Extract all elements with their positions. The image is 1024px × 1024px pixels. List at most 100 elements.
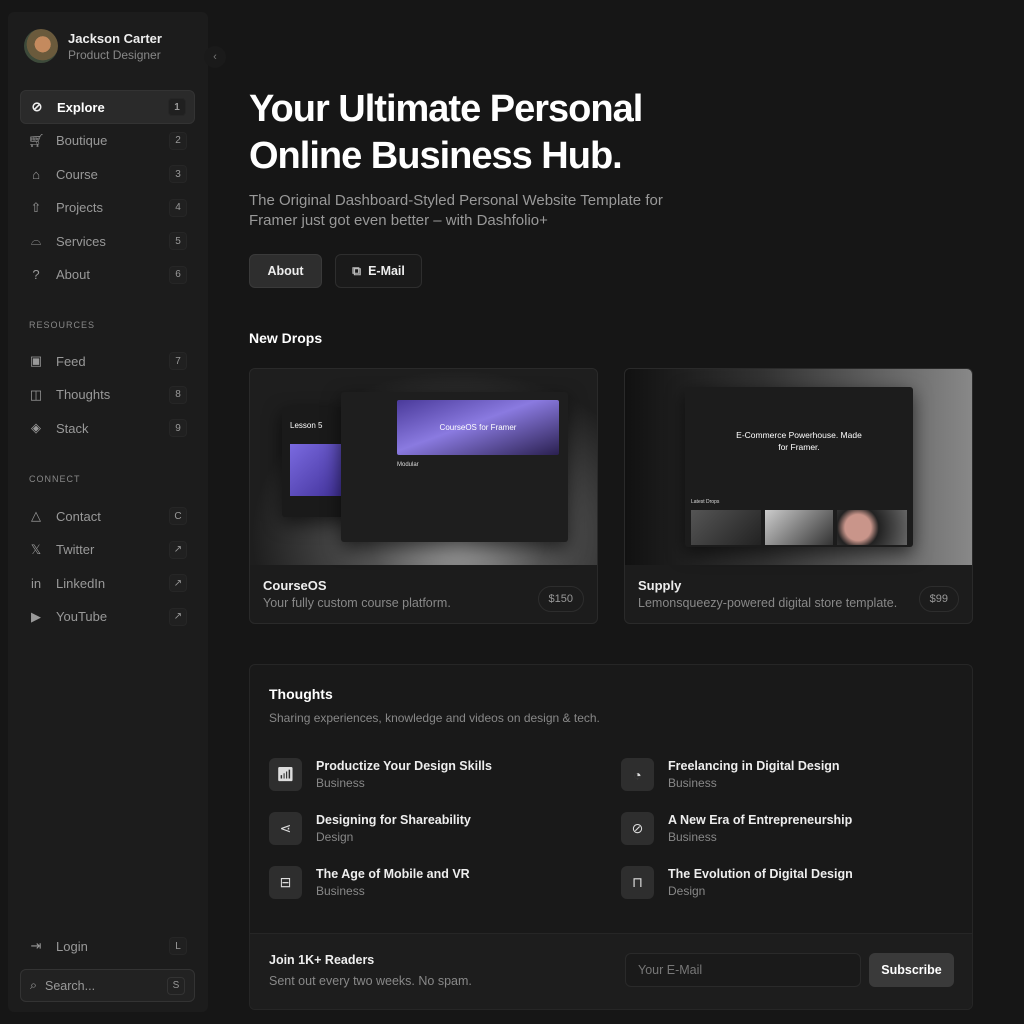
sidebar-item-youtube[interactable]: ▶ YouTube ↗ — [20, 600, 195, 634]
thought-icon: ⊘ — [621, 812, 654, 845]
shortcut-key: 3 — [169, 165, 187, 183]
thought-title: A New Era of Entrepreneurship — [668, 813, 853, 827]
about-button[interactable]: About — [249, 254, 322, 288]
copy-icon: ⧉ — [352, 263, 362, 278]
email-label: E-Mail — [368, 264, 405, 278]
sidebar: Jackson Carter Product Designer ‹ ⊘ Explo… — [8, 12, 226, 1012]
shortcut-key: 9 — [169, 419, 187, 437]
thoughts-section: Thoughts Sharing experiences, knowledge … — [249, 664, 973, 1010]
section-label-connect: CONNECT — [29, 474, 81, 484]
sidebar-item-label: Feed — [56, 353, 86, 369]
sidebar-item-explore[interactable]: ⊘ Explore 1 — [20, 90, 195, 124]
shortcut-key: 1 — [168, 98, 186, 116]
thought-category: Business — [316, 776, 365, 790]
product-preview-image: E-Commerce Powerhouse. Made for Framer. … — [625, 369, 972, 565]
thought-title: Productize Your Design Skills — [316, 759, 492, 773]
thought-item[interactable]: 📶︎ Productize Your Design Skills Business — [269, 758, 492, 791]
bell-service-icon: ⌓ — [30, 233, 42, 248]
contact-icon: △ — [31, 508, 41, 523]
sidebar-item-boutique[interactable]: 🛒︎ Boutique 2 — [20, 124, 195, 158]
sidebar-item-label: Projects — [56, 200, 103, 215]
shortcut-key: 7 — [169, 352, 187, 370]
sidebar-item-contact[interactable]: △ Contact C — [20, 499, 195, 533]
sidebar-item-label: Course — [56, 166, 98, 182]
thought-icon: ⊓ — [621, 866, 654, 899]
chevron-left-icon: ‹ — [213, 51, 217, 63]
cart-icon: 🛒︎ — [28, 132, 45, 148]
thought-category: Design — [316, 830, 354, 844]
product-desc: Lemonsqueezy-powered digital store templ… — [638, 596, 898, 610]
sidebar-item-feed[interactable]: ▣ Feed 7 — [20, 344, 195, 378]
thought-category: Business — [316, 884, 365, 898]
shortcut-key: S — [167, 976, 185, 995]
product-preview-image: Lesson 5 CourseOS for Framer Modular — [250, 369, 597, 565]
sidebar-item-services[interactable]: ⌓ Services 5 — [20, 224, 195, 258]
product-card-supply[interactable]: E-Commerce Powerhouse. Made for Framer. … — [624, 368, 973, 624]
subscribe-button[interactable]: Subscribe — [869, 953, 954, 987]
newsletter: Join 1K+ Readers Sent out every two week… — [250, 933, 972, 1009]
shortcut-key: C — [169, 507, 187, 525]
product-card-courseos[interactable]: Lesson 5 CourseOS for Framer Modular Cou… — [249, 368, 598, 624]
newsletter-subtitle: Sent out every two weeks. No spam. — [269, 974, 472, 988]
thought-title: Freelancing in Digital Design — [668, 759, 840, 773]
collapse-sidebar-button[interactable]: ‹ — [204, 46, 226, 68]
sidebar-item-about[interactable]: ? About 6 — [20, 258, 195, 292]
graduation-cap-icon: ⌂ — [32, 166, 40, 182]
sidebar-item-twitter[interactable]: 𝕏 Twitter ↗ — [20, 533, 195, 567]
thought-item[interactable]: ⊓ The Evolution of Digital Design Design — [621, 866, 853, 899]
profile[interactable]: Jackson Carter Product Designer — [24, 29, 162, 63]
search-icon: ⌕ — [30, 978, 38, 992]
preview-banner: CourseOS for Framer — [397, 400, 559, 455]
thoughts-icon: ◫ — [29, 386, 43, 402]
profile-role: Product Designer — [68, 47, 161, 62]
thought-category: Business — [668, 830, 717, 844]
feed-icon: ▣ — [29, 353, 43, 368]
thoughts-heading: Thoughts — [269, 686, 333, 702]
new-drops-heading: New Drops — [249, 330, 323, 346]
thought-item[interactable]: ⊘ A New Era of Entrepreneurship Business — [621, 812, 852, 845]
linkedin-icon: in — [30, 575, 42, 591]
shortcut-key: 4 — [169, 198, 187, 217]
shortcut-key: 5 — [169, 232, 187, 250]
page-title: Your Ultimate Personal Online Business H… — [249, 88, 643, 177]
sidebar-item-label: Services — [56, 233, 106, 249]
sidebar-item-label: Stack — [56, 420, 89, 436]
thought-item[interactable]: ⋖ Designing for Shareability Design — [269, 812, 471, 845]
thoughts-subtitle: Sharing experiences, knowledge and video… — [269, 711, 600, 725]
shortcut-key: L — [169, 937, 187, 955]
shortcut-key: ↗ — [169, 540, 187, 559]
sidebar-item-login[interactable]: ⇥ Login L — [20, 929, 195, 963]
sidebar-item-label: Explore — [57, 99, 105, 115]
sidebar-item-label: Thoughts — [56, 387, 111, 402]
stack-icon: ◈ — [31, 420, 41, 435]
sidebar-item-linkedin[interactable]: in LinkedIn ↗ — [20, 566, 195, 600]
thought-item[interactable]: ⊟ The Age of Mobile and VR Business — [269, 866, 470, 899]
price-badge: $150 — [537, 586, 584, 612]
thought-item[interactable]: ◔ Freelancing in Digital Design Business — [621, 758, 840, 791]
email-button[interactable]: ⧉ E-Mail — [335, 254, 422, 288]
shortcut-key: 8 — [169, 385, 187, 404]
thought-icon: ◔ — [621, 758, 654, 791]
search-input[interactable]: ⌕ Search... S — [20, 969, 195, 1002]
preview-headline: E-Commerce Powerhouse. Made for Framer. — [736, 430, 862, 452]
product-title: CourseOS — [263, 578, 327, 593]
preview-section: Modular — [397, 462, 419, 468]
twitter-icon: 𝕏 — [30, 541, 42, 557]
shortcut-key: 6 — [169, 265, 187, 284]
sidebar-item-stack[interactable]: ◈ Stack 9 — [20, 411, 195, 445]
sidebar-item-label: Login — [56, 938, 88, 954]
sidebar-item-thoughts[interactable]: ◫ Thoughts 8 — [20, 378, 195, 412]
newsletter-email-input[interactable]: Your E-Mail — [625, 953, 861, 987]
profile-name: Jackson Carter — [68, 30, 162, 46]
thought-icon: 📶︎ — [269, 758, 302, 791]
sidebar-item-course[interactable]: ⌂ Course 3 — [20, 157, 195, 191]
sidebar-item-label: Contact — [56, 508, 101, 524]
about-label: About — [267, 264, 304, 278]
compass-icon: ⊘ — [31, 99, 43, 114]
price-badge: $99 — [918, 586, 959, 612]
sidebar-item-projects[interactable]: ⇧ Projects 4 — [20, 191, 195, 225]
login-icon: ⇥ — [30, 938, 42, 953]
shortcut-key: 2 — [169, 131, 187, 150]
thought-icon: ⋖ — [269, 812, 302, 845]
page-subtitle: The Original Dashboard-Styled Personal W… — [249, 192, 663, 229]
